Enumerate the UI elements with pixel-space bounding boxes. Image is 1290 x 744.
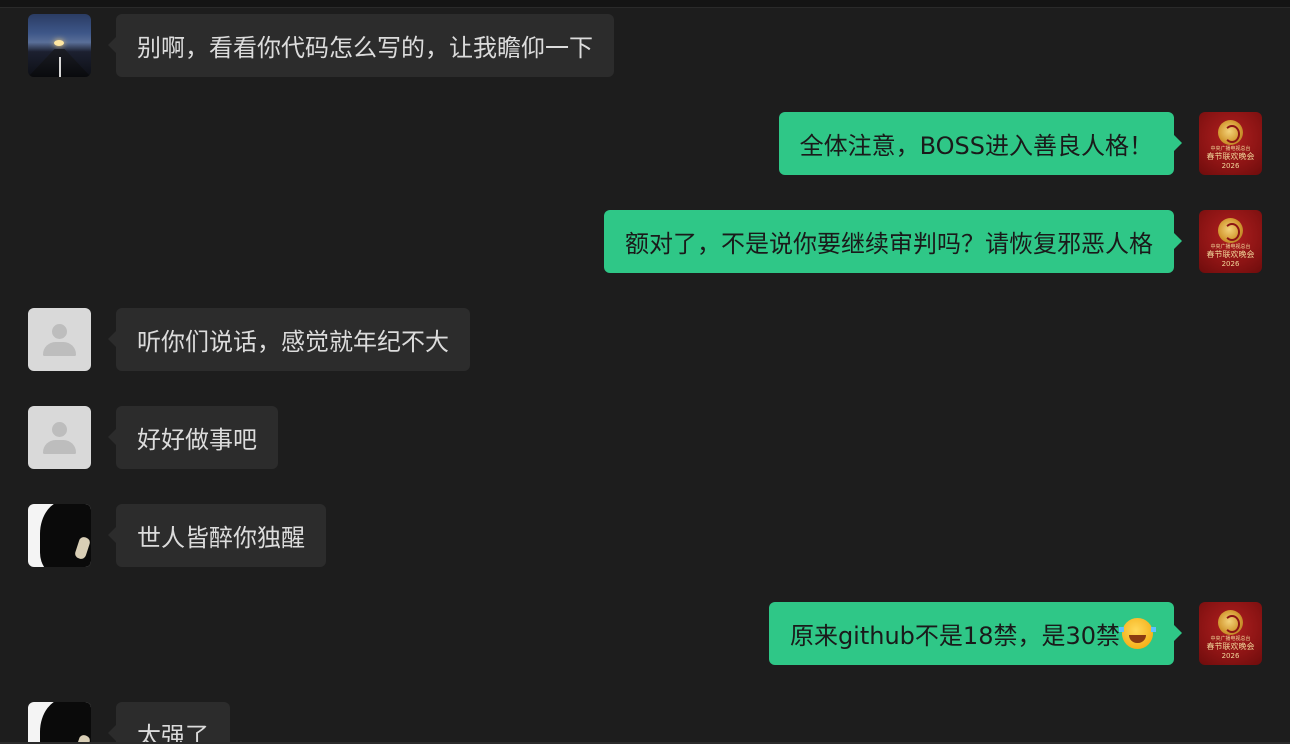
default-user-avatar[interactable] [28, 406, 91, 469]
dark-figure-avatar[interactable] [28, 504, 91, 567]
avatar-caption: 2026 [1221, 162, 1240, 170]
user-silhouette-icon [52, 422, 67, 437]
red-emblem-avatar[interactable]: 中央广播电视总台 春节联欢晚会 2026 [1199, 210, 1262, 273]
outgoing-message-bubble[interactable]: 全体注意，BOSS进入善良人格！ [778, 112, 1183, 175]
avatar-caption: 春节联欢晚会 [1206, 642, 1255, 651]
phoenix-emblem-icon [1218, 120, 1243, 145]
phoenix-emblem-icon [1218, 610, 1243, 635]
avatar-caption: 2026 [1221, 652, 1240, 660]
top-divider [0, 0, 1290, 8]
incoming-message-bubble[interactable]: 好好做事吧 [108, 406, 278, 469]
red-emblem-avatar[interactable]: 中央广播电视总台 春节联欢晚会 2026 [1199, 112, 1262, 175]
incoming-message-bubble[interactable]: 世人皆醉你独醒 [108, 504, 326, 567]
message-text: 原来github不是18禁，是30禁 [789, 622, 1120, 650]
phoenix-emblem-icon [1218, 218, 1243, 243]
user-silhouette-icon [52, 324, 67, 339]
incoming-message-bubble[interactable]: 听你们说话，感觉就年纪不大 [108, 308, 470, 371]
road-night-avatar[interactable] [28, 14, 91, 77]
default-user-avatar[interactable] [28, 308, 91, 371]
incoming-message-bubble[interactable]: 太强了 [108, 702, 230, 744]
outgoing-message-bubble[interactable]: 额对了，不是说你要继续审判吗？请恢复邪恶人格 [604, 210, 1182, 273]
chat-message-list[interactable]: 别啊，看看你代码怎么写的，让我瞻仰一下 中央广播电视总台 春节联欢晚会 2026… [0, 0, 1290, 744]
tears-of-joy-emoji-icon: 😂 [1119, 618, 1156, 649]
avatar-caption: 春节联欢晚会 [1206, 152, 1255, 161]
dark-figure-avatar[interactable] [28, 702, 91, 744]
avatar-caption: 春节联欢晚会 [1206, 250, 1255, 259]
avatar-caption: 2026 [1221, 260, 1240, 268]
incoming-message-bubble[interactable]: 别啊，看看你代码怎么写的，让我瞻仰一下 [108, 14, 614, 77]
outgoing-message-bubble[interactable]: 原来github不是18禁，是30禁 😂 [768, 602, 1183, 665]
red-emblem-avatar[interactable]: 中央广播电视总台 春节联欢晚会 2026 [1199, 602, 1262, 665]
